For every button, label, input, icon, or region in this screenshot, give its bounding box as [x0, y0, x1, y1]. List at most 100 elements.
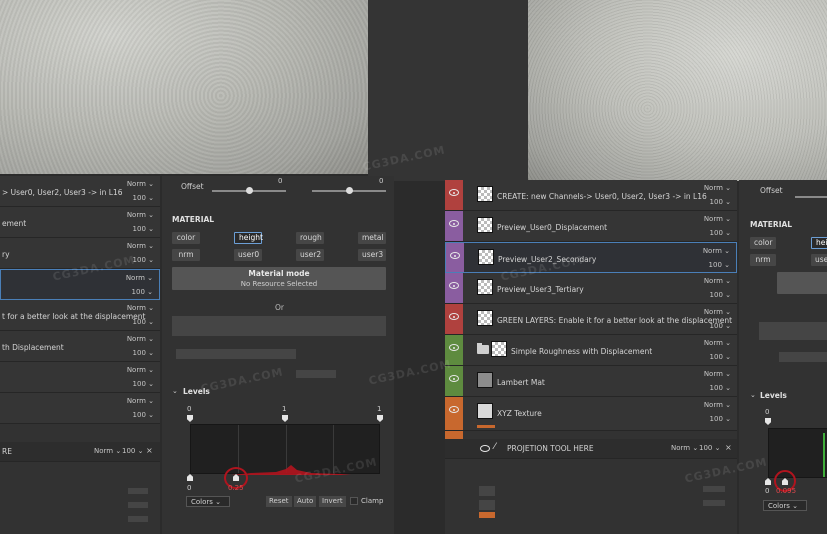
- layer-row-selected[interactable]: Preview_User2_Secondary Norm ⌄ 100 ⌄: [445, 242, 737, 273]
- visibility-toggle[interactable]: [445, 304, 463, 334]
- opacity-select[interactable]: 100 ⌄: [710, 198, 731, 206]
- levels-output-black-marker[interactable]: [187, 474, 193, 481]
- reset-button[interactable]: Reset: [266, 496, 292, 507]
- auto-button[interactable]: Auto: [294, 496, 317, 507]
- levels-output-black-marker[interactable]: [765, 478, 771, 485]
- levels-input-marker[interactable]: [187, 415, 193, 422]
- eye-icon[interactable]: [449, 220, 459, 227]
- blend-mode-select[interactable]: Norm ⌄: [127, 397, 154, 405]
- eye-icon[interactable]: [449, 344, 459, 351]
- blend-mode-select[interactable]: Norm ⌄: [127, 304, 154, 312]
- blend-mode-select[interactable]: Norm ⌄: [127, 242, 154, 250]
- layer-row[interactable]: Simple Roughness with Displacement Norm …: [445, 335, 737, 366]
- blend-mode-select[interactable]: Norm ⌄: [127, 335, 154, 343]
- channel-user0-button[interactable]: user0: [234, 249, 262, 261]
- layer-row[interactable]: Norm ⌄ 100 ⌄: [0, 393, 160, 424]
- blend-mode-select[interactable]: Norm ⌄: [704, 277, 731, 285]
- channel-metal-button[interactable]: metal: [358, 232, 386, 244]
- eye-icon[interactable]: [449, 313, 459, 320]
- colors-select[interactable]: Colors ⌄: [186, 496, 230, 507]
- blend-mode-select[interactable]: Norm ⌄: [704, 401, 731, 409]
- clamp-checkbox[interactable]: [350, 497, 358, 505]
- visibility-toggle[interactable]: [445, 211, 463, 241]
- eye-icon[interactable]: [449, 406, 459, 413]
- opacity-select[interactable]: 100 ⌄: [710, 415, 731, 423]
- viewport-left[interactable]: [0, 0, 368, 174]
- layer-row[interactable]: ry Norm ⌄ 100 ⌄: [0, 238, 160, 269]
- levels-histogram[interactable]: [768, 428, 827, 478]
- blend-mode-select[interactable]: Norm ⌄: [127, 211, 154, 219]
- blend-mode-select[interactable]: Norm ⌄: [127, 180, 154, 188]
- levels-histogram[interactable]: [190, 424, 380, 475]
- channel-nrm-button[interactable]: nrm: [750, 254, 776, 266]
- projection-tool-row[interactable]: ⁄ PROJETION TOOL HERE Norm ⌄ 100 ⌄ ×: [445, 439, 737, 459]
- layer-row-selected[interactable]: Norm ⌄ 100 ⌄: [0, 269, 160, 300]
- layer-row[interactable]: ement Norm ⌄ 100 ⌄: [0, 207, 160, 238]
- close-icon[interactable]: ×: [146, 446, 153, 455]
- slider-knob[interactable]: [346, 187, 353, 194]
- visibility-toggle[interactable]: [445, 335, 463, 365]
- layer-row[interactable]: t for a better look at the displacement …: [0, 300, 160, 331]
- opacity-select[interactable]: 100 ⌄: [710, 229, 731, 237]
- opacity-select[interactable]: 100 ⌄: [710, 353, 731, 361]
- channel-color-button[interactable]: color: [172, 232, 200, 244]
- chevron-down-icon[interactable]: ⌄: [172, 387, 178, 395]
- blend-mode-select[interactable]: Norm ⌄: [704, 370, 731, 378]
- blend-mode-select[interactable]: Norm ⌄: [703, 247, 730, 255]
- opacity-select[interactable]: 100 ⌄: [133, 194, 154, 202]
- offset-slider[interactable]: [795, 196, 827, 198]
- layer-row[interactable]: > User0, User2, User3 -> in L16 Norm ⌄ 1…: [0, 176, 160, 207]
- opacity-select[interactable]: 100 ⌄: [699, 444, 720, 452]
- blend-mode-select[interactable]: Norm ⌄: [704, 339, 731, 347]
- channel-user2-button[interactable]: user2: [296, 249, 324, 261]
- opacity-select[interactable]: 100 ⌄: [710, 291, 731, 299]
- levels-gamma-marker[interactable]: [282, 415, 288, 422]
- blend-mode-select[interactable]: Norm ⌄: [671, 444, 698, 452]
- close-icon[interactable]: ×: [725, 443, 732, 452]
- channel-user0-button[interactable]: use: [811, 254, 827, 266]
- opacity-select[interactable]: 100 ⌄: [710, 384, 731, 392]
- channel-height-button[interactable]: height: [234, 232, 263, 244]
- material-mode-button[interactable]: Material mode No Resource Selected: [172, 267, 386, 290]
- eye-icon[interactable]: [480, 445, 490, 452]
- slider-knob[interactable]: [246, 187, 253, 194]
- layer-row[interactable]: Preview_User3_Tertiary Norm ⌄ 100 ⌄: [445, 273, 737, 304]
- offset-slider[interactable]: [212, 187, 286, 194]
- channel-user3-button[interactable]: user3: [358, 249, 386, 261]
- visibility-toggle[interactable]: [445, 180, 463, 210]
- blend-mode-select[interactable]: Norm ⌄: [704, 215, 731, 223]
- opacity-select[interactable]: 100 ⌄: [709, 261, 730, 269]
- offset-slider[interactable]: [312, 187, 386, 194]
- opacity-select[interactable]: 100 ⌄: [122, 447, 143, 455]
- visibility-toggle[interactable]: [445, 397, 463, 430]
- eye-icon[interactable]: [449, 282, 459, 289]
- opacity-select[interactable]: 100 ⌄: [133, 256, 154, 264]
- layer-row[interactable]: Lambert Mat Norm ⌄ 100 ⌄: [445, 366, 737, 397]
- opacity-select[interactable]: 100 ⌄: [133, 349, 154, 357]
- eye-icon[interactable]: [449, 189, 459, 196]
- opacity-select[interactable]: 100 ⌄: [133, 318, 154, 326]
- opacity-select[interactable]: 100 ⌄: [133, 380, 154, 388]
- channel-rough-button[interactable]: rough: [296, 232, 324, 244]
- channel-color-button[interactable]: color: [750, 237, 776, 249]
- material-mode-button[interactable]: [777, 272, 827, 294]
- opacity-select[interactable]: 100 ⌄: [133, 411, 154, 419]
- blend-mode-select[interactable]: Norm ⌄: [704, 308, 731, 316]
- viewport-right[interactable]: [528, 0, 827, 181]
- layer-row[interactable]: Norm ⌄ 100 ⌄: [0, 362, 160, 393]
- layer-row[interactable]: th Displacement Norm ⌄ 100 ⌄: [0, 331, 160, 362]
- colors-select[interactable]: Colors ⌄: [763, 500, 807, 511]
- channel-height-button[interactable]: heig: [811, 237, 827, 249]
- blend-mode-select[interactable]: Norm ⌄: [126, 274, 153, 282]
- projection-tool-row[interactable]: RE Norm ⌄ 100 ⌄ ×: [0, 442, 160, 462]
- opacity-select[interactable]: 100 ⌄: [133, 225, 154, 233]
- opacity-select[interactable]: 100 ⌄: [710, 322, 731, 330]
- blend-mode-select[interactable]: Norm ⌄: [704, 184, 731, 192]
- layer-row[interactable]: XYZ Texture Norm ⌄ 100 ⌄: [445, 397, 737, 431]
- layer-row[interactable]: Preview_User0_Displacement Norm ⌄ 100 ⌄: [445, 211, 737, 242]
- chevron-down-icon[interactable]: ⌄: [750, 391, 756, 399]
- blend-mode-select[interactable]: Norm ⌄: [127, 366, 154, 374]
- levels-input-marker[interactable]: [765, 418, 771, 425]
- eye-icon[interactable]: [449, 375, 459, 382]
- opacity-select[interactable]: 100 ⌄: [132, 288, 153, 296]
